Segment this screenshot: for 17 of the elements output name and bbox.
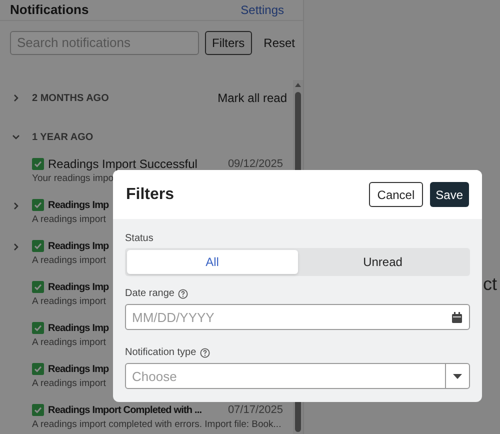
field-label: Status xyxy=(125,232,154,246)
notification-date: 09/12/2025 xyxy=(228,156,283,172)
main-text: ct xyxy=(483,273,498,296)
notification-description: A readings import completed with errors. Import file: Book... xyxy=(32,418,282,430)
notification-description: A readings import xyxy=(32,336,106,348)
notification-description: A readings import xyxy=(32,254,106,266)
group-heading: 2 MONTHS AGO xyxy=(32,92,109,106)
dialog-title: Filters xyxy=(126,184,174,204)
notification-date: 07/17/2025 xyxy=(228,402,283,418)
notification-description: A readings import xyxy=(32,294,106,308)
notification-description: A readings import xyxy=(32,376,106,390)
notification-description: A readings import xyxy=(32,212,106,226)
panel-title: Notifications xyxy=(10,1,89,19)
field-label: Notification type xyxy=(125,346,196,360)
group-heading: 1 YEAR AGO xyxy=(32,130,94,144)
field-label: Date range xyxy=(125,287,174,301)
notification-description: Your readings impo xyxy=(32,172,114,184)
